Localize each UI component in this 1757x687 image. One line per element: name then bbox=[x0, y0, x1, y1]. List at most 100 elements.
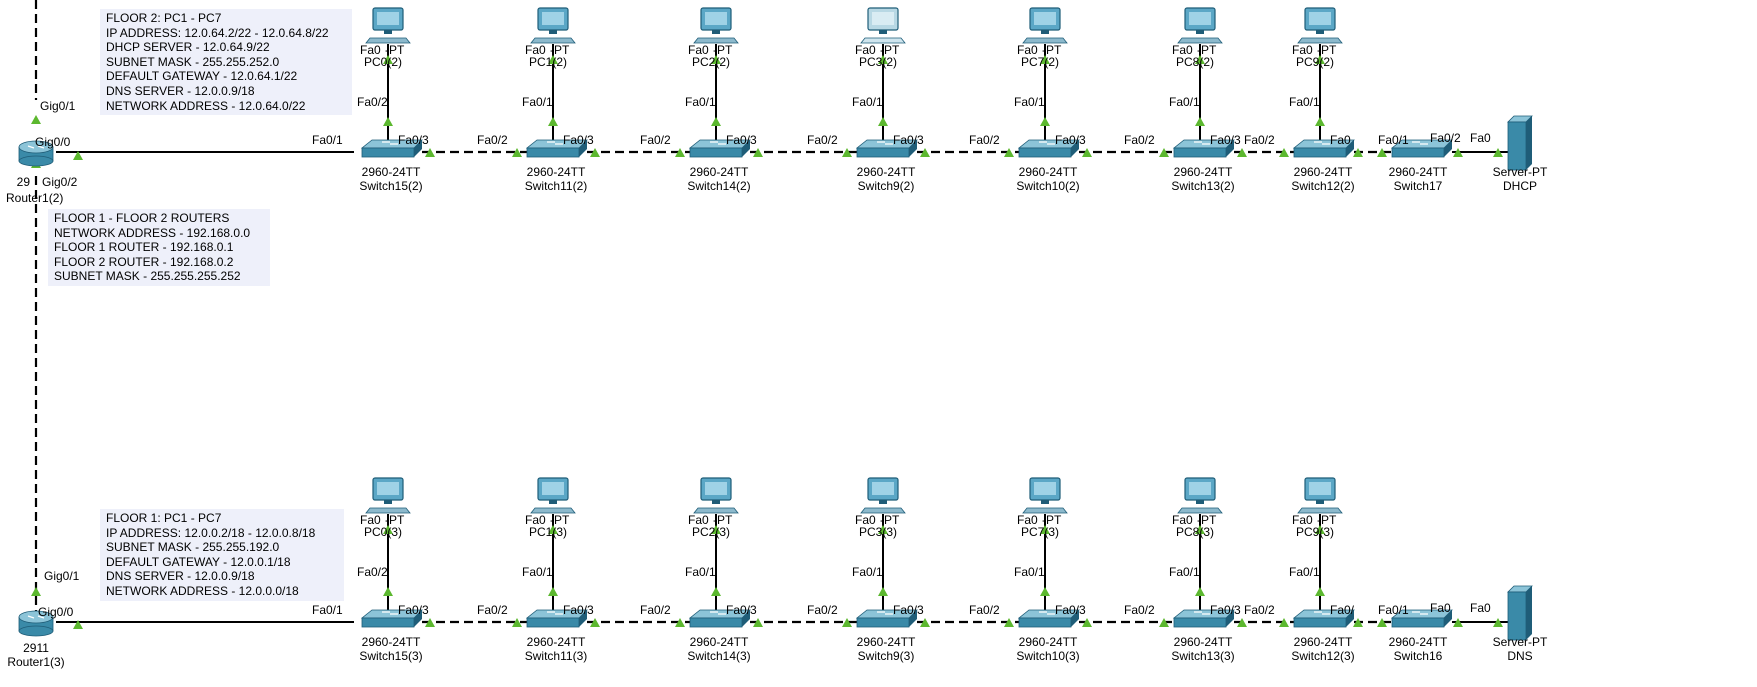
switch-up-port-label: Fa0/1 bbox=[522, 95, 553, 109]
pc-stand bbox=[879, 30, 887, 34]
floor1-note-line: DNS SERVER - 12.0.0.9/18 bbox=[106, 569, 255, 584]
link-up-indicator bbox=[548, 117, 558, 126]
switch-left-port-label: Fa0/2 bbox=[640, 603, 671, 617]
floor1-address-note: FLOOR 1: PC1 - PC7 IP ADDRESS: 12.0.0.2/1… bbox=[100, 509, 344, 601]
router-model-label: 29 bbox=[17, 175, 31, 189]
server-model-label: Server-PT bbox=[1493, 635, 1548, 649]
router-bottom bbox=[18, 155, 54, 167]
floor2-note-line: DHCP SERVER - 12.0.64.9/22 bbox=[106, 40, 270, 55]
switch-up-port-label: Fa0/1 bbox=[852, 95, 883, 109]
switch-left-port-label: Fa0/2 bbox=[807, 133, 838, 147]
routers-note-line: FLOOR 1 ROUTER - 192.168.0.1 bbox=[54, 240, 234, 255]
switch-left-port-label: Fa0/2 bbox=[1124, 603, 1155, 617]
link-up-indicator bbox=[548, 587, 558, 596]
server-side bbox=[1526, 586, 1532, 640]
switch-front bbox=[856, 147, 910, 158]
switch-right-port-label: Fa0/3 bbox=[398, 133, 429, 147]
router-name-label: Router1(2) bbox=[6, 191, 63, 205]
pc-stand bbox=[712, 500, 720, 504]
pc-icon bbox=[530, 7, 576, 44]
link-up-indicator bbox=[711, 587, 721, 596]
switch-name-label: Switch13(2) bbox=[1171, 179, 1234, 193]
switch-front bbox=[856, 617, 910, 628]
switch-model-label: 2960-24TT bbox=[1389, 165, 1448, 179]
floor1-note-line: NETWORK ADDRESS - 12.0.0.0/18 bbox=[106, 583, 299, 598]
pc-name-label: PC9(2) bbox=[1296, 55, 1334, 69]
pc-screen bbox=[542, 482, 564, 495]
switch-up-port-label: Fa0/1 bbox=[1169, 565, 1200, 579]
pc-stand bbox=[1041, 500, 1049, 504]
switch-up-port-label: Fa0/1 bbox=[1169, 95, 1200, 109]
pc-icon bbox=[1297, 7, 1343, 44]
switch-left-port-label: Fa0/2 bbox=[477, 133, 508, 147]
routers-note-line: SUBNET MASK - 255.255.255.252 bbox=[54, 269, 241, 284]
switch-left-port-label: Fa0/2 bbox=[477, 603, 508, 617]
switch-up-port-label: Fa0/1 bbox=[1014, 95, 1045, 109]
router-port-label: Gig0/0 bbox=[35, 135, 71, 149]
router-model-label: 2911 bbox=[23, 641, 49, 655]
pc-icon bbox=[530, 477, 576, 514]
pc-stand bbox=[1196, 500, 1204, 504]
switch-front bbox=[1173, 617, 1227, 628]
switch-name-label: Switch13(3) bbox=[1171, 649, 1234, 663]
pc-screen bbox=[1034, 482, 1056, 495]
pc-screen bbox=[377, 12, 399, 25]
switch-up-port-label: Fa0/1 bbox=[1289, 565, 1320, 579]
switch-front bbox=[1173, 147, 1227, 158]
switch-left-port-label: Fa0/2 bbox=[969, 133, 1000, 147]
pc-stand bbox=[549, 500, 557, 504]
pc-stand bbox=[384, 500, 392, 504]
pc-stand bbox=[549, 30, 557, 34]
switch-up-port-label: Fa0/1 bbox=[522, 565, 553, 579]
pc-screen bbox=[705, 12, 727, 25]
pc-name-label: PC2(2) bbox=[692, 55, 730, 69]
switch-model-label: 2960-24TT bbox=[362, 165, 421, 179]
switch-name-label: Switch11(2) bbox=[525, 179, 587, 193]
switch-model-label: 2960-24TT bbox=[1019, 165, 1078, 179]
switch-front bbox=[1391, 147, 1445, 158]
switch-right-port-label: Fa0/3 bbox=[893, 133, 924, 147]
link-up-indicator bbox=[1040, 587, 1050, 596]
pc-name-label: PC0(2) bbox=[364, 55, 402, 69]
pc-icon bbox=[1177, 477, 1223, 514]
pc-screen bbox=[377, 482, 399, 495]
switch-right-port-label: Fa0/3 bbox=[893, 603, 924, 617]
pc-stand bbox=[384, 30, 392, 34]
switch-name-label: Switch12(2) bbox=[1291, 179, 1354, 193]
link-up-indicator bbox=[711, 117, 721, 126]
pc-icon bbox=[693, 477, 739, 514]
pc-icon bbox=[693, 7, 739, 44]
pc-name-label: PC1(2) bbox=[529, 55, 567, 69]
switch-name-label: Switch16 bbox=[1394, 649, 1443, 663]
server-side bbox=[1526, 116, 1532, 170]
pc-screen bbox=[872, 482, 894, 495]
switch-front bbox=[361, 617, 415, 628]
switch-front bbox=[1018, 147, 1072, 158]
server-front bbox=[1507, 591, 1527, 641]
pc-name-label: PC8(2) bbox=[1176, 55, 1214, 69]
switch-name-label: Switch17 bbox=[1394, 179, 1443, 193]
link-up-indicator bbox=[1315, 117, 1325, 126]
switch-model-label: 2960-24TT bbox=[362, 635, 421, 649]
pc-stand bbox=[1316, 30, 1324, 34]
switch-up-port-label: Fa0/1 bbox=[685, 565, 716, 579]
pc-stand bbox=[1316, 500, 1324, 504]
link-up-indicator bbox=[878, 587, 888, 596]
pc-icon bbox=[365, 477, 411, 514]
switch-name-label: Switch12(3) bbox=[1291, 649, 1354, 663]
pc-name-label: PC2(3) bbox=[692, 525, 730, 539]
pc-stand bbox=[712, 30, 720, 34]
router-bottom bbox=[18, 625, 54, 637]
server-port-label: Fa0 bbox=[1470, 131, 1491, 145]
routers-note-line: FLOOR 1 - FLOOR 2 ROUTERS bbox=[54, 211, 230, 225]
switch-right-port-label: Fa0/2 bbox=[1430, 131, 1461, 145]
floor1-note-line: SUBNET MASK - 255.255.192.0 bbox=[106, 540, 280, 555]
pc-screen bbox=[542, 12, 564, 25]
switch-right-port-label: Fa0/3 bbox=[1210, 603, 1241, 617]
switch-model-label: 2960-24TT bbox=[1174, 165, 1233, 179]
switch-right-port-label: Fa0/3 bbox=[563, 603, 594, 617]
pc-name-label: PC3(2) bbox=[859, 55, 897, 69]
routers-note-line: FLOOR 2 ROUTER - 192.168.0.2 bbox=[54, 254, 234, 269]
server-name-label: DHCP bbox=[1503, 179, 1537, 193]
switch-model-label: 2960-24TT bbox=[1294, 635, 1353, 649]
